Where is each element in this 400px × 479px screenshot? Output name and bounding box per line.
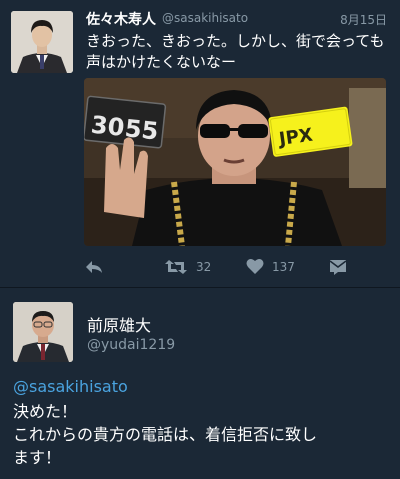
tweet-photo[interactable]: 30 55 JPX (84, 78, 386, 246)
retweet-icon (165, 260, 187, 274)
avatar-sasaki-image (11, 11, 73, 73)
author-handle[interactable]: @sasakihisato (162, 11, 248, 25)
tweet-text-line: 声はかけたくないなー (86, 53, 237, 71)
author-handle[interactable]: @yudai1219 (87, 337, 175, 353)
direct-message-button[interactable] (328, 258, 348, 276)
avatar-maehara[interactable] (13, 302, 73, 362)
author-name[interactable]: 佐々木寿人 (86, 9, 156, 29)
retweet-button[interactable]: 32 (164, 258, 211, 276)
tweet-text-line: 決めた！ (13, 402, 78, 421)
tweet-1[interactable]: 佐々木寿人 @sasakihisato 8月15日 きおった、きおった。しかし、… (0, 0, 400, 287)
message-icon (329, 260, 347, 275)
retweet-count: 32 (196, 260, 212, 274)
svg-text:30: 30 (90, 111, 126, 142)
photo-man-with-plates: 30 55 JPX (84, 78, 386, 246)
tweet-text-line: これからの貴方の電話は、着信拒否に致し (13, 425, 318, 444)
like-button[interactable]: 137 (246, 258, 295, 275)
tweet-text-line: きおった、きおった。しかし、街で会っても (86, 32, 385, 50)
reply-icon (86, 261, 102, 273)
like-count: 137 (272, 259, 295, 274)
author-name[interactable]: 前原雄大 (87, 312, 151, 336)
tweet-text: 決めた！ これからの貴方の電話は、着信拒否に致し ます！ (13, 400, 393, 469)
avatar-maehara-image (13, 302, 73, 362)
reply-button[interactable] (84, 258, 104, 276)
tweet-divider (0, 287, 400, 288)
tweet-text-line: ます！ (13, 448, 62, 467)
heart-icon (246, 258, 264, 274)
tweet-text: きおった、きおった。しかし、街で会っても 声はかけたくないなー (86, 31, 386, 73)
avatar-sasaki[interactable] (11, 11, 73, 73)
tweet-date[interactable]: 8月15日 (340, 11, 387, 28)
mention-link[interactable]: @sasakihisato (13, 377, 128, 396)
tweet-actions: 32 137 (84, 258, 384, 278)
